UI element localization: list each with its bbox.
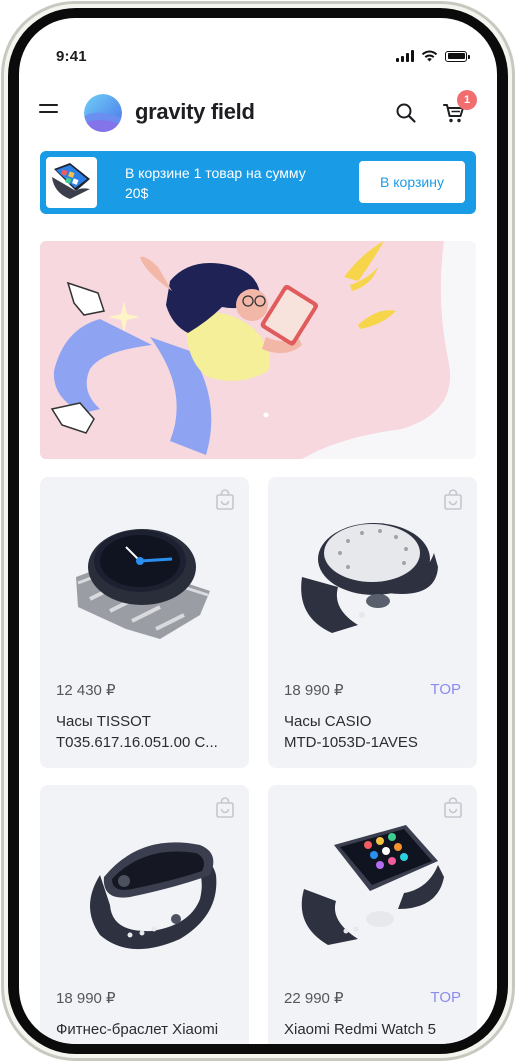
product-tag: TOP (430, 681, 461, 698)
product-name: Фитнес-браслет Xiaomi (56, 1019, 240, 1040)
cart-product-thumbnail (46, 157, 97, 208)
promo-illustration (40, 241, 476, 459)
product-name: Часы TISSOT T035.617.16.051.00 C... (56, 711, 240, 753)
product-price: 12 430 ₽ (56, 682, 116, 699)
product-tag: TOP (430, 989, 461, 1006)
product-name: Часы CASIO MTD-1053D-1AVES (284, 711, 468, 753)
product-image (76, 529, 210, 639)
product-card[interactable]: 18 990 ₽ TOP Часы CASIO MTD-1053D-1AVES (268, 477, 477, 768)
menu-icon[interactable] (39, 104, 58, 118)
product-price: 18 990 ₽ (56, 990, 116, 1007)
product-name-line: Часы TISSOT (56, 713, 151, 730)
wifi-icon (421, 50, 438, 62)
signal-icon (396, 50, 414, 62)
battery-icon (445, 50, 470, 62)
cart-banner-message: В корзине 1 товар на сумму 20$ (125, 165, 306, 201)
product-name-line: Xiaomi Redmi Watch 5 (284, 1021, 436, 1038)
product-image (90, 842, 217, 950)
app-header: gravity field 1 (19, 88, 497, 138)
product-card[interactable]: 18 990 ₽ Фитнес-браслет Xiaomi (40, 785, 249, 1044)
product-name-line: Часы CASIO (284, 713, 372, 730)
product-card[interactable]: 12 430 ₽ Часы TISSOT T035.617.16.051.00 … (40, 477, 249, 768)
product-price: 18 990 ₽ (284, 682, 344, 699)
status-icons (396, 50, 470, 62)
product-image (301, 523, 438, 633)
status-time: 9:41 (56, 48, 87, 65)
logo-icon (84, 94, 122, 132)
app-screen: 9:41 gravity field 1 В корзине 1 товар н… (19, 18, 497, 1044)
promo-banner[interactable] (40, 241, 476, 459)
product-price: 22 990 ₽ (284, 990, 344, 1007)
logo-text: gravity field (135, 99, 255, 124)
go-to-cart-button[interactable]: В корзину (359, 161, 465, 203)
product-name-line: MTD-1053D-1AVES (284, 734, 418, 751)
cart-notification-banner: В корзине 1 товар на сумму 20$ В корзину (40, 151, 476, 214)
product-card[interactable]: 22 990 ₽ TOP Xiaomi Redmi Watch 5 (268, 785, 477, 1044)
search-icon[interactable] (395, 102, 417, 124)
product-name-line: Фитнес-браслет Xiaomi (56, 1021, 219, 1038)
product-name-line: T035.617.16.051.00 C... (56, 734, 218, 751)
cart-count-badge: 1 (457, 90, 477, 110)
product-image (301, 825, 444, 945)
product-name: Xiaomi Redmi Watch 5 (284, 1019, 468, 1040)
